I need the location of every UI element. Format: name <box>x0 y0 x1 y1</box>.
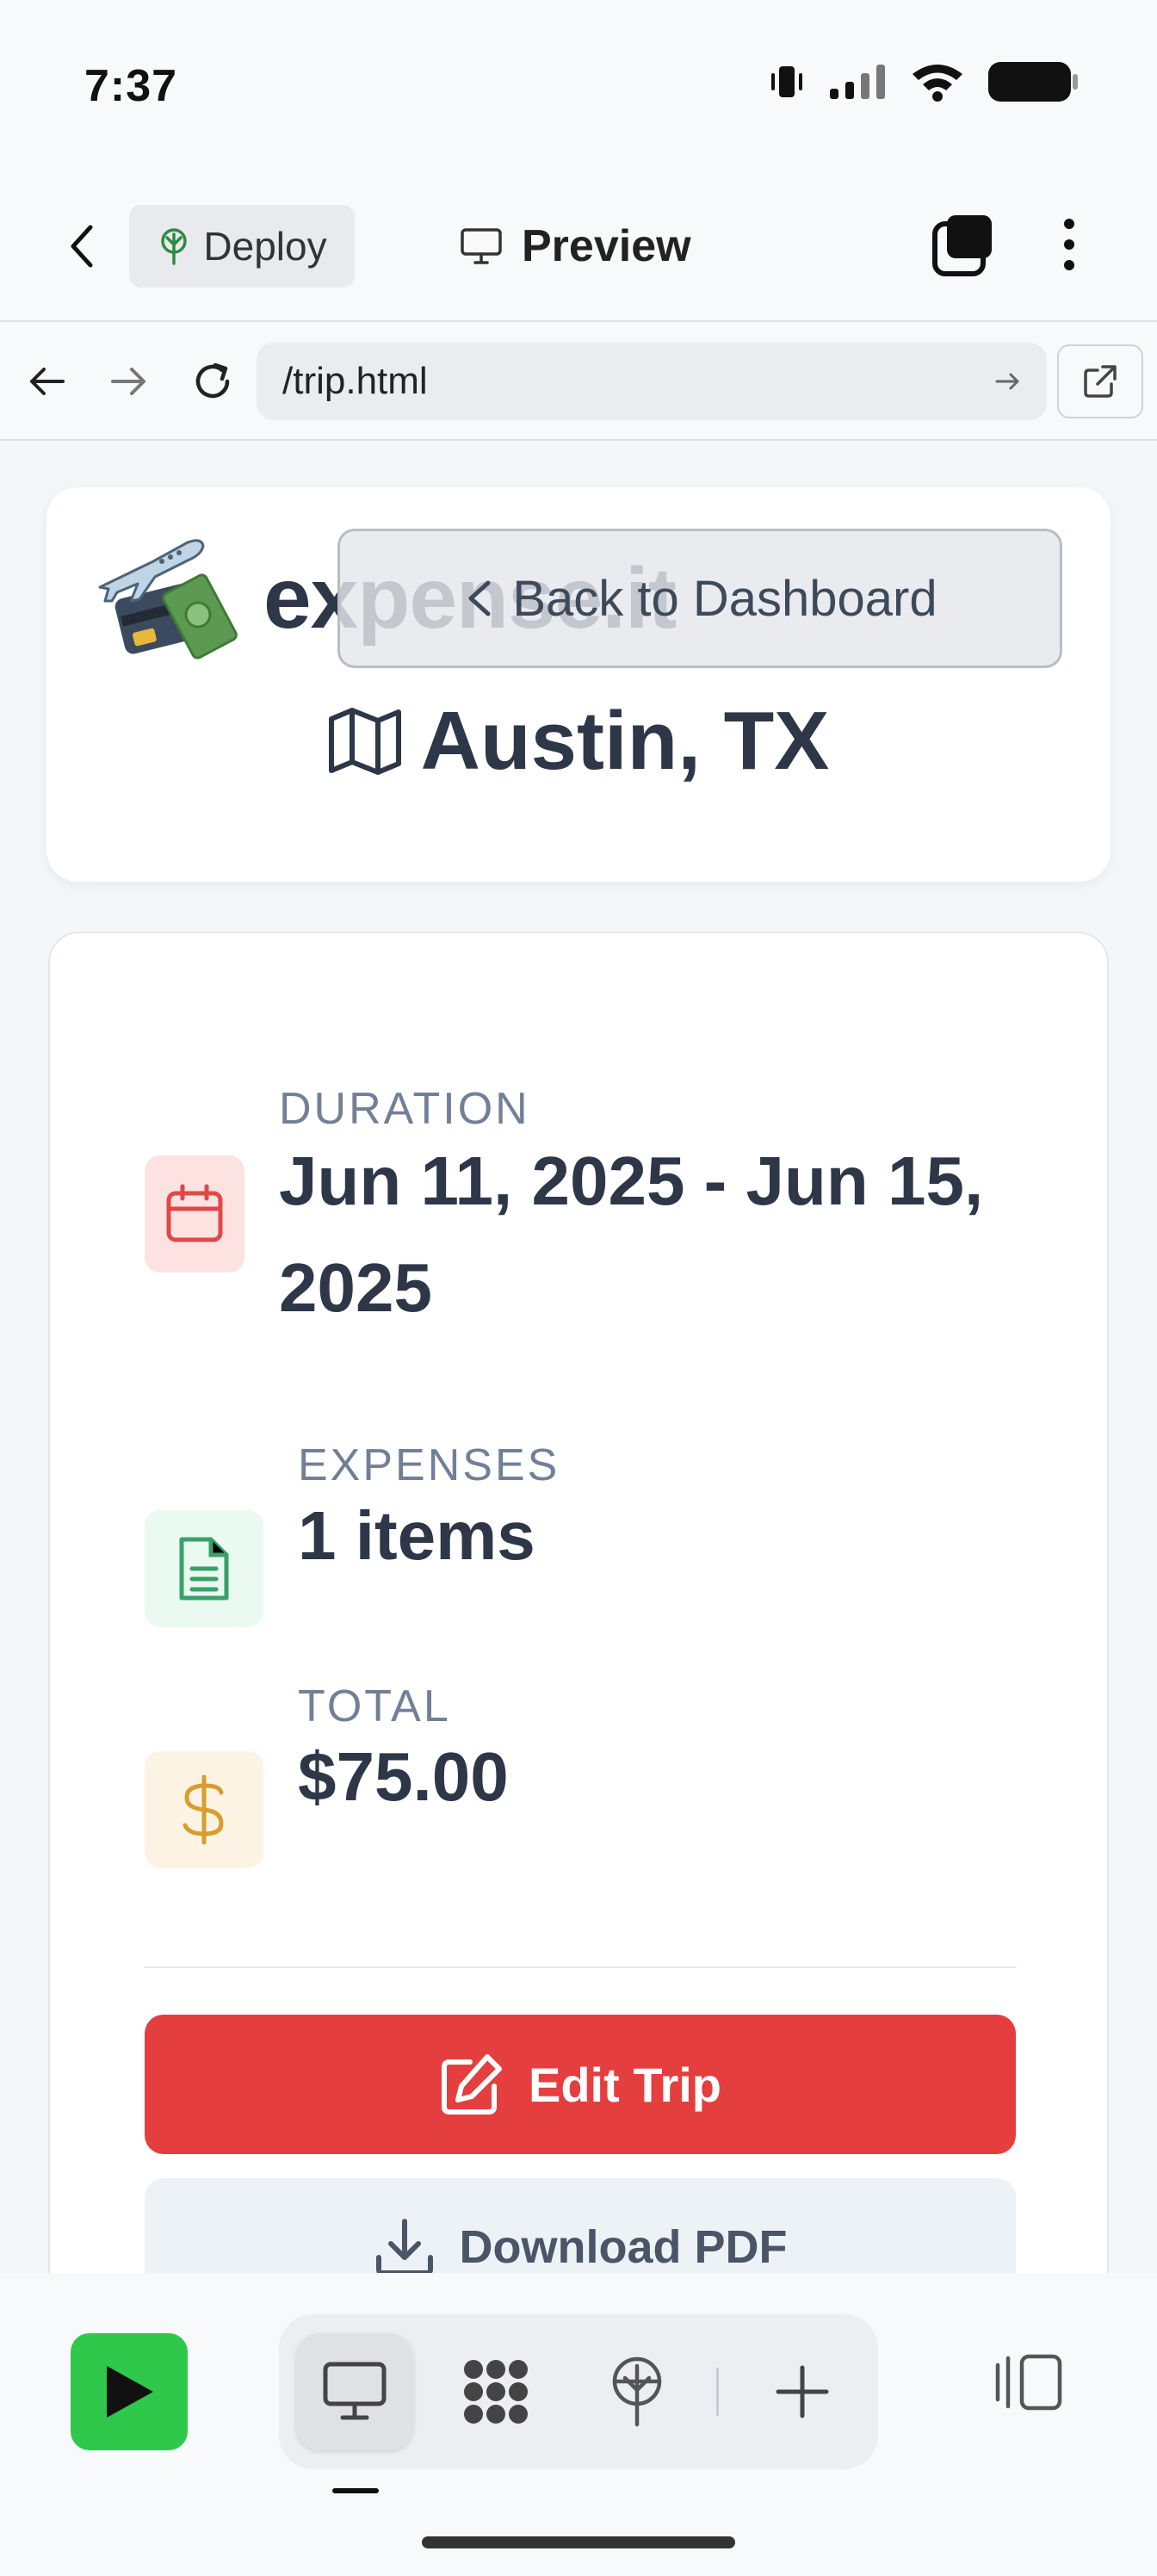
more-icon <box>1064 219 1074 229</box>
external-link-icon <box>1084 365 1117 398</box>
play-icon <box>107 2366 153 2418</box>
header-card: expense.it Back to Dashboard Austin, TX <box>46 487 1111 882</box>
url-field[interactable]: /trip.html <box>257 343 1047 420</box>
bottom-toolbar <box>0 2273 1157 2576</box>
edit-trip-button[interactable]: Edit Trip <box>145 2015 1016 2154</box>
monitor-icon <box>461 228 502 264</box>
home-indicator <box>422 2536 735 2548</box>
go-arrow-icon[interactable] <box>988 362 1028 401</box>
preview-label: Preview <box>522 221 691 271</box>
back-to-dashboard-button[interactable]: Back to Dashboard <box>337 529 1062 668</box>
app-toolbar: Deploy Preview <box>0 169 1157 322</box>
more-menu-button[interactable] <box>1050 212 1088 277</box>
plus-icon <box>776 2365 829 2418</box>
reload-icon <box>195 362 230 399</box>
run-button[interactable] <box>71 2333 188 2450</box>
document-icon <box>179 1537 229 1601</box>
calendar-icon <box>166 1184 223 1242</box>
url-text: /trip.html <box>282 360 428 402</box>
expenses-value: 1 items <box>298 1497 535 1574</box>
arrow-right-icon <box>111 368 145 395</box>
tabs-icon <box>932 215 992 276</box>
wifi-icon <box>913 65 962 102</box>
duration-value-line2: 2025 <box>279 1249 432 1326</box>
toolbar-separator <box>716 2368 719 2416</box>
back-button[interactable] <box>60 216 103 276</box>
travel-logo-icon <box>98 539 238 659</box>
dollar-icon-box <box>145 1751 263 1868</box>
panel-toggle-button[interactable] <box>990 2344 1067 2421</box>
document-icon-box <box>145 1510 263 1627</box>
browser-bar: /trip.html <box>0 322 1157 441</box>
status-time: 7:37 <box>84 61 178 111</box>
view-switcher <box>279 2314 878 2469</box>
deploy-button[interactable]: Deploy <box>129 205 355 288</box>
total-value: $75.00 <box>298 1738 509 1815</box>
page-content: expense.it Back to Dashboard Austin, TX … <box>0 441 1157 2273</box>
status-bar: 7:37 <box>0 0 1157 169</box>
duration-value-line1: Jun 11, 2025 - Jun 15, <box>279 1142 984 1219</box>
trip-details-card: DURATION Jun 11, 2025 - Jun 15, 2025 EXP… <box>48 932 1109 2273</box>
deploy-icon <box>612 2356 662 2427</box>
download-pdf-label: Download PDF <box>459 2221 788 2273</box>
grid-dots-icon <box>464 2360 528 2424</box>
status-icons <box>768 60 1080 103</box>
divider <box>145 1966 1016 1968</box>
workspace-view-button[interactable] <box>437 2333 554 2450</box>
vibrate-icon <box>771 66 802 97</box>
duration-label: DURATION <box>279 1084 530 1134</box>
trip-title: Austin, TX <box>46 694 1111 789</box>
browser-back-button[interactable] <box>17 351 77 412</box>
back-icon <box>71 225 93 268</box>
edit-trip-label: Edit Trip <box>529 2057 721 2112</box>
dollar-icon <box>183 1774 224 1845</box>
calendar-icon-box <box>145 1155 244 1273</box>
battery-icon <box>988 62 1078 102</box>
back-to-dashboard-label: Back to Dashboard <box>512 570 937 627</box>
trip-title-text: Austin, TX <box>420 695 830 787</box>
deploy-tree-icon <box>161 228 188 265</box>
edit-icon <box>442 2054 502 2115</box>
reload-button[interactable] <box>183 351 243 412</box>
active-tab-indicator <box>332 2488 379 2493</box>
chevron-left-icon <box>468 580 491 616</box>
map-icon <box>328 708 401 775</box>
browser-forward-button[interactable] <box>98 351 158 412</box>
download-pdf-button[interactable]: Download PDF <box>145 2178 1016 2273</box>
download-icon <box>375 2219 433 2273</box>
panel-icon <box>995 2354 1062 2411</box>
open-external-button[interactable] <box>1057 344 1143 418</box>
deploy-label: Deploy <box>203 224 327 269</box>
deploy-view-button[interactable] <box>578 2333 696 2450</box>
preview-tab[interactable]: Preview <box>460 205 691 288</box>
add-button[interactable] <box>744 2333 861 2450</box>
signal-icon <box>830 65 885 99</box>
tabs-button[interactable] <box>931 212 997 277</box>
arrow-left-icon <box>30 368 65 395</box>
monitor-icon <box>323 2362 387 2420</box>
preview-view-button[interactable] <box>296 2333 413 2450</box>
